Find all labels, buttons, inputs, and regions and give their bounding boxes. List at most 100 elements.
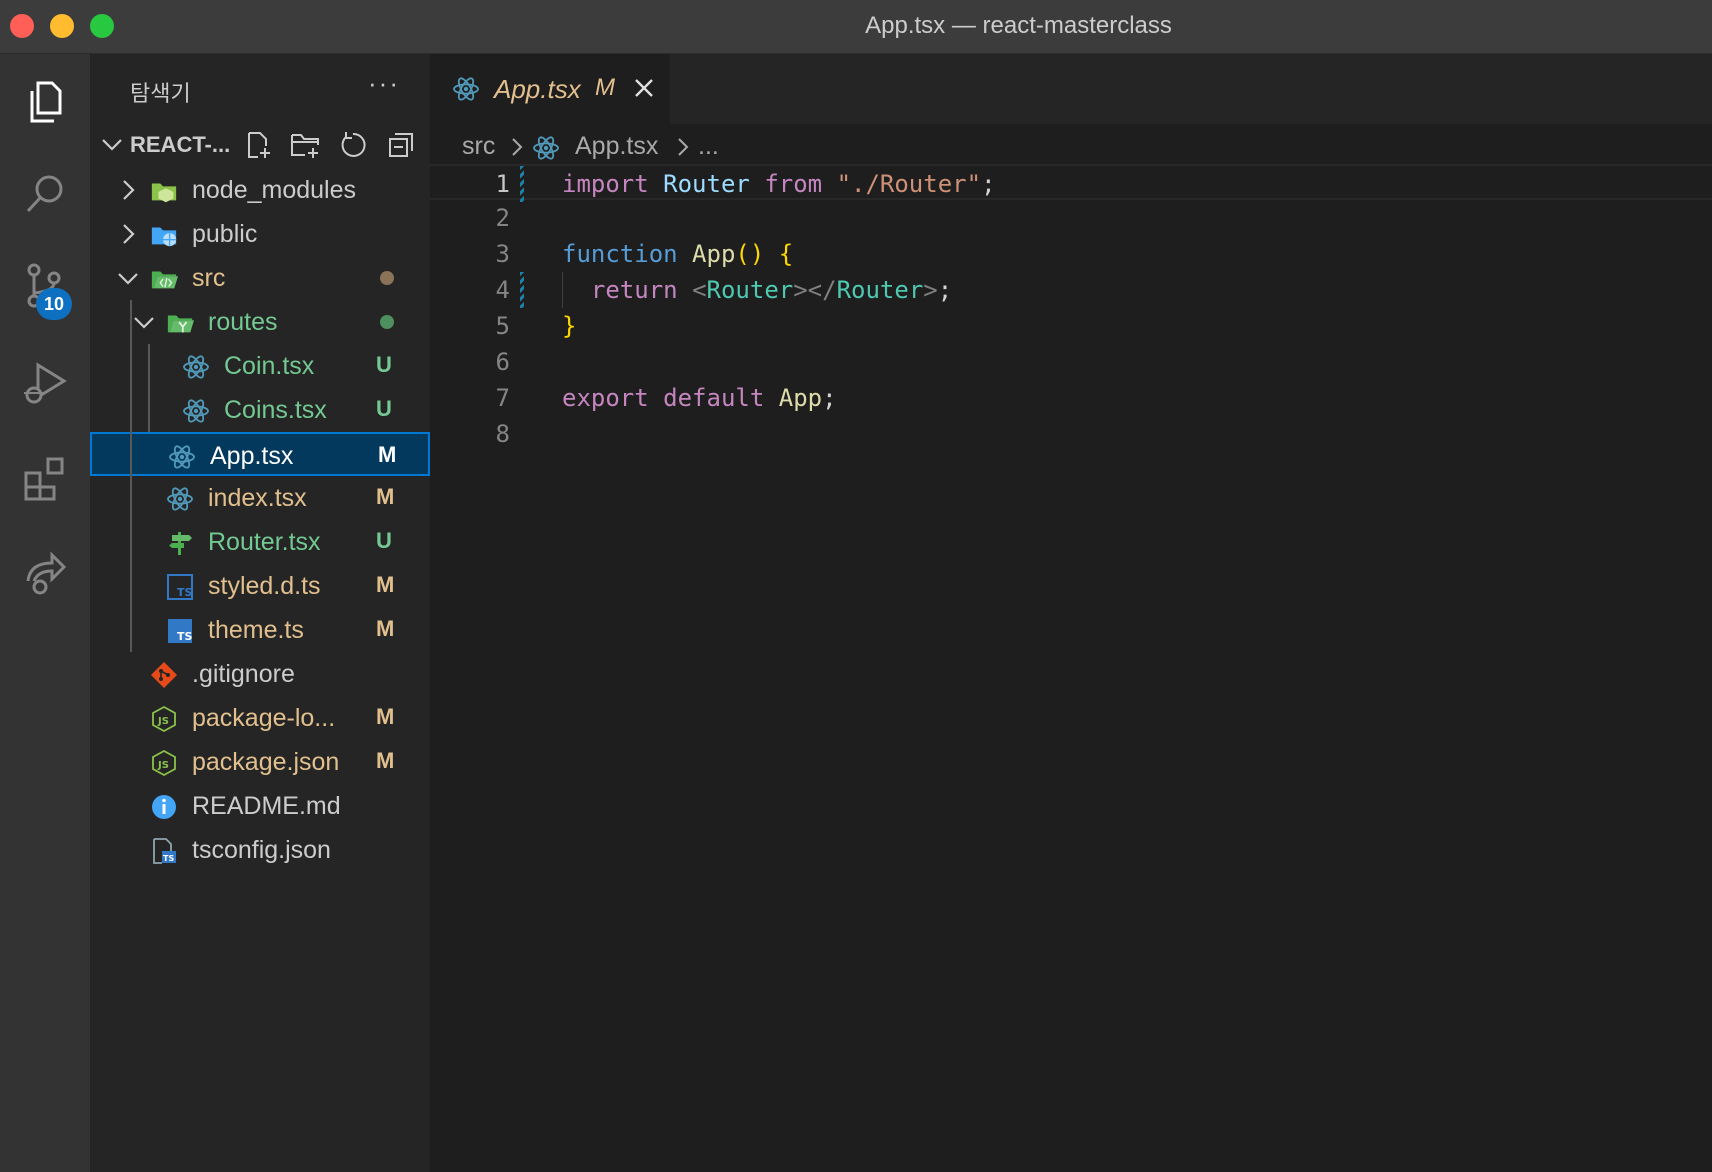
code-line[interactable]: 5} <box>430 308 1712 344</box>
scm-count-badge: 10 <box>36 288 72 320</box>
tree-item[interactable]: Coins.tsx U <box>90 388 430 432</box>
refresh-icon <box>341 132 366 157</box>
breadcrumb-file[interactable]: App.tsx <box>575 132 658 161</box>
tree-item[interactable]: TS tsconfig.json <box>90 828 430 872</box>
chevron-right-icon <box>116 178 140 207</box>
tree-item-label: theme.ts <box>208 616 304 644</box>
react-icon <box>168 443 196 471</box>
code-token: } <box>562 312 577 340</box>
tree-item[interactable]: .gitignore <box>90 652 430 696</box>
window-title: App.tsx — react-masterclass <box>865 12 1172 39</box>
public-folder-icon <box>150 221 178 249</box>
tree-item[interactable]: TS styled.d.ts M <box>90 564 430 608</box>
tree-item[interactable]: App.tsx M <box>90 432 430 476</box>
code-token: ></ <box>793 276 837 304</box>
code-token: < <box>692 276 707 304</box>
chevron-down-icon <box>102 139 122 151</box>
line-number: 7 <box>495 384 510 412</box>
tree-item[interactable]: Router.tsx U <box>90 520 430 564</box>
more-actions-button[interactable]: ··· <box>368 68 400 99</box>
svg-text:JS: JS <box>157 760 169 771</box>
code-line[interactable]: 4 return <Router></Router>; <box>430 272 1712 308</box>
tree-item-label: index.tsx <box>208 484 307 512</box>
git-status-badge: M <box>376 748 395 773</box>
chevron-down-icon <box>132 310 156 339</box>
nodejs-icon: JS <box>150 749 178 777</box>
workspace-section-header[interactable]: REACT-... <box>90 124 430 164</box>
tree-item[interactable]: node_modules <box>90 168 430 212</box>
tree-item-label: Coins.tsx <box>224 396 327 424</box>
tree-item-label: .gitignore <box>192 660 295 688</box>
tree-item-label: src <box>192 264 226 292</box>
react-icon <box>453 77 479 101</box>
code-line[interactable]: 7 export default App; <box>430 380 1712 416</box>
line-number: 8 <box>495 420 510 448</box>
code-line[interactable]: 6 <box>430 344 1712 380</box>
tree-item[interactable]: README.md <box>90 784 430 828</box>
code-line[interactable]: 1 import Router from "./Router"; <box>430 164 1712 202</box>
search-button[interactable] <box>0 154 90 234</box>
git-status-badge: M <box>376 616 395 641</box>
code-token: ; <box>981 170 996 198</box>
collapse-folders-button[interactable] <box>384 128 418 162</box>
indent-guide <box>148 344 150 432</box>
typescript-icon: TS <box>166 617 194 645</box>
code-line[interactable]: 2 <box>430 200 1712 236</box>
close-tab-icon[interactable] <box>630 74 658 102</box>
tree-item[interactable]: public <box>90 212 430 256</box>
tree-item[interactable]: JS package-lo... M <box>90 696 430 740</box>
tree-item[interactable]: Coin.tsx U <box>90 344 430 388</box>
tree-item[interactable]: src <box>90 256 430 300</box>
code-token: function <box>562 240 678 268</box>
code-text: function App() { <box>562 240 793 268</box>
editor-tabs: App.tsx M <box>430 54 1712 124</box>
code-token: default <box>663 384 765 412</box>
tree-item[interactable]: routes <box>90 300 430 344</box>
tree-item[interactable]: index.tsx M <box>90 476 430 520</box>
new-folder-button[interactable] <box>288 128 322 162</box>
explorer-button[interactable] <box>0 62 90 142</box>
react-icon <box>166 485 194 513</box>
tree-item-label: styled.d.ts <box>208 572 321 600</box>
svg-text:TS: TS <box>177 630 193 643</box>
code-token: Router <box>836 276 924 304</box>
line-number: 3 <box>495 240 510 268</box>
git-status-badge: M <box>378 442 397 467</box>
explorer-header: 탐색기 ··· <box>90 54 430 124</box>
svg-text:TS: TS <box>177 586 193 599</box>
nodejs-icon: JS <box>150 705 178 733</box>
tree-item[interactable]: TS theme.ts M <box>90 608 430 652</box>
remote-share-button[interactable] <box>0 532 90 612</box>
code-line[interactable]: 3 function App() { <box>430 236 1712 272</box>
svg-text:JS: JS <box>157 716 169 727</box>
source-control-button[interactable]: 10 <box>0 246 90 326</box>
extensions-icon <box>24 457 64 501</box>
new-file-button[interactable] <box>242 128 276 162</box>
typescript-def-icon: TS <box>166 573 194 601</box>
code-token: from <box>764 170 823 198</box>
code-line[interactable]: 8 <box>430 416 1712 452</box>
collapse-all-icon <box>389 133 413 157</box>
refresh-explorer-button[interactable] <box>336 128 370 162</box>
tab-app-tsx[interactable]: App.tsx M <box>430 54 670 124</box>
breadcrumb-symbols[interactable]: ... <box>698 132 719 161</box>
code-token: App <box>778 384 823 412</box>
code-token: export <box>562 384 649 412</box>
code-text: return <Router></Router>; <box>562 276 952 304</box>
folder-change-dot <box>380 315 394 329</box>
live-share-icon <box>26 551 67 595</box>
tree-item-label: README.md <box>192 792 341 820</box>
breadcrumb-folder[interactable]: src <box>462 132 495 161</box>
tree-item-label: App.tsx <box>210 442 294 470</box>
extensions-button[interactable] <box>0 438 90 518</box>
line-number: 2 <box>495 204 510 232</box>
code-token: "./Router" <box>836 170 982 198</box>
modified-line-marker <box>520 272 524 308</box>
title-bar: App.tsx — react-masterclass <box>0 0 1712 54</box>
tab-modified-status: M <box>595 74 615 101</box>
tree-item[interactable]: JS package.json M <box>90 740 430 784</box>
run-debug-button[interactable] <box>0 342 90 422</box>
